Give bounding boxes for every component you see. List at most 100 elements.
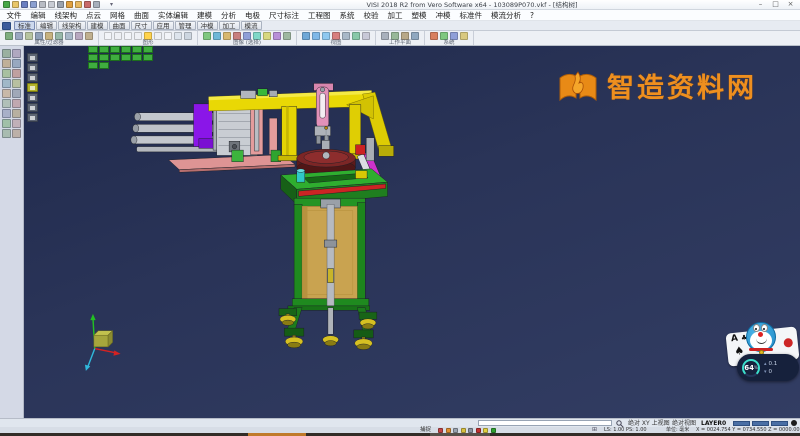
tool-toggle-icon[interactable] xyxy=(453,428,458,433)
perspective-icon[interactable] xyxy=(174,32,182,40)
saved-views-icon[interactable] xyxy=(362,32,370,40)
workplane-face-icon[interactable] xyxy=(391,32,399,40)
redraw-icon[interactable] xyxy=(332,32,340,40)
grid-icon[interactable]: ⊞ xyxy=(592,426,597,433)
zoom-fit-icon[interactable] xyxy=(302,32,310,40)
menu-item[interactable]: 线架构 xyxy=(50,10,82,21)
minimize-button[interactable]: – xyxy=(753,0,768,9)
shaded-edges-mode-icon[interactable] xyxy=(134,32,142,40)
toolbar-tab[interactable]: 尺寸 xyxy=(131,21,152,30)
color-attribute-icon[interactable] xyxy=(5,32,13,40)
select-layer-icon[interactable] xyxy=(253,32,261,40)
toolbar-tab[interactable]: 建模 xyxy=(87,21,108,30)
notes-toggle-icon[interactable] xyxy=(438,428,443,433)
transport-toggle-icon[interactable] xyxy=(468,428,473,433)
document-toggle-icon[interactable] xyxy=(483,428,488,433)
menu-item[interactable]: 曲面 xyxy=(130,10,154,21)
history-toggle-icon[interactable] xyxy=(491,428,496,433)
menu-item[interactable]: 电极 xyxy=(241,10,265,21)
menu-item[interactable]: 网格 xyxy=(106,10,130,21)
wireframe-mode-icon[interactable] xyxy=(104,32,112,40)
toolbar-tab[interactable]: 线架构 xyxy=(58,21,86,30)
toolbar-tab[interactable]: 编辑 xyxy=(36,21,57,30)
section-view-icon[interactable] xyxy=(164,32,172,40)
active-view-label[interactable]: 绝对 XY 上视图 xyxy=(628,420,670,427)
render-mode-icon[interactable] xyxy=(144,32,152,40)
menu-item[interactable]: 实体编辑 xyxy=(154,10,193,21)
toolbar-tab[interactable]: 模流 xyxy=(241,21,262,30)
menu-item[interactable]: 校验 xyxy=(359,10,383,21)
nav-bar-button[interactable] xyxy=(733,421,750,426)
toolbar-tab[interactable]: 应用 xyxy=(153,21,174,30)
solid-filter-icon[interactable] xyxy=(55,32,63,40)
toolbar-tab[interactable]: 加工 xyxy=(219,21,240,30)
hidden-line-mode-icon[interactable] xyxy=(114,32,122,40)
model-viewport[interactable]: 智造资料网 xyxy=(0,46,800,418)
workplane-reset-icon[interactable] xyxy=(411,32,419,40)
material-toggle-icon[interactable] xyxy=(446,428,451,433)
menu-item[interactable]: 文件 xyxy=(2,10,26,21)
workplane-xy-icon[interactable] xyxy=(381,32,389,40)
menu-item[interactable]: 系统 xyxy=(335,10,359,21)
attribute-brush-icon[interactable] xyxy=(45,32,53,40)
menu-item[interactable]: 标准件 xyxy=(455,10,487,21)
point-filter-icon[interactable] xyxy=(85,32,93,40)
shaded-mode-icon[interactable] xyxy=(124,32,132,40)
options-icon[interactable] xyxy=(430,32,438,40)
coordinate-mode-label[interactable]: 绝对视图 xyxy=(672,420,696,427)
select-face-icon[interactable] xyxy=(223,32,231,40)
visibility-filter-icon[interactable] xyxy=(35,32,43,40)
model-canvas[interactable] xyxy=(0,46,800,418)
menu-item[interactable]: 加工 xyxy=(383,10,407,21)
performance-monitor[interactable]: 64% ▴0.1 ▾0 xyxy=(737,354,799,381)
open-file-icon[interactable] xyxy=(12,1,19,8)
delete-icon[interactable] xyxy=(84,1,91,8)
menu-item[interactable]: 模流分析 xyxy=(487,10,526,21)
select-box-icon[interactable] xyxy=(263,32,271,40)
menu-item[interactable]: ? xyxy=(526,10,539,21)
active-layer-label[interactable]: LAYER0 xyxy=(701,420,726,427)
redo-icon[interactable] xyxy=(75,1,82,8)
menu-item[interactable]: 工程图 xyxy=(304,10,336,21)
select-chain-icon[interactable] xyxy=(233,32,241,40)
menu-item[interactable]: 分析 xyxy=(217,10,241,21)
menu-item[interactable]: 冲模 xyxy=(431,10,455,21)
zoom-previous-icon[interactable] xyxy=(322,32,330,40)
tree-toggle-button[interactable] xyxy=(2,22,11,30)
export-icon[interactable] xyxy=(48,1,55,8)
line-type-icon[interactable] xyxy=(15,32,23,40)
surface-filter-icon[interactable] xyxy=(65,32,73,40)
close-button[interactable]: × xyxy=(783,0,798,9)
clear-selection-icon[interactable] xyxy=(283,32,291,40)
menu-item[interactable]: 塑模 xyxy=(407,10,431,21)
maximize-button[interactable]: □ xyxy=(768,0,783,9)
import-icon[interactable] xyxy=(39,1,46,8)
undo-icon[interactable] xyxy=(66,1,73,8)
save-all-icon[interactable] xyxy=(30,1,37,8)
settings-icon[interactable] xyxy=(93,1,100,8)
toolbar-tab[interactable]: 冲模 xyxy=(197,21,218,30)
layer-manager-icon[interactable] xyxy=(25,32,33,40)
select-solid-icon[interactable] xyxy=(213,32,221,40)
alert-toggle-icon[interactable] xyxy=(476,428,481,433)
toolbar-tab[interactable]: 曲面 xyxy=(109,21,130,30)
edge-filter-icon[interactable] xyxy=(75,32,83,40)
select-all-icon[interactable] xyxy=(203,32,211,40)
calculator-icon[interactable] xyxy=(440,32,448,40)
background-icon[interactable] xyxy=(184,32,192,40)
transparency-icon[interactable] xyxy=(154,32,162,40)
quick-access-caret-icon[interactable]: ▾ xyxy=(110,1,113,9)
menu-item[interactable]: 尺寸标注 xyxy=(265,10,304,21)
menu-item[interactable]: 点云 xyxy=(82,10,106,21)
zoom-window-icon[interactable] xyxy=(312,32,320,40)
workplane-3pt-icon[interactable] xyxy=(401,32,409,40)
toolbar-tab[interactable]: 管理 xyxy=(175,21,196,30)
menu-item[interactable]: 编辑 xyxy=(26,10,50,21)
save-icon[interactable] xyxy=(21,1,28,8)
pan-icon[interactable] xyxy=(342,32,350,40)
print-icon[interactable] xyxy=(57,1,64,8)
new-file-icon[interactable] xyxy=(3,1,10,8)
macro-icon[interactable] xyxy=(450,32,458,40)
help-icon[interactable] xyxy=(460,32,468,40)
invert-selection-icon[interactable] xyxy=(273,32,281,40)
